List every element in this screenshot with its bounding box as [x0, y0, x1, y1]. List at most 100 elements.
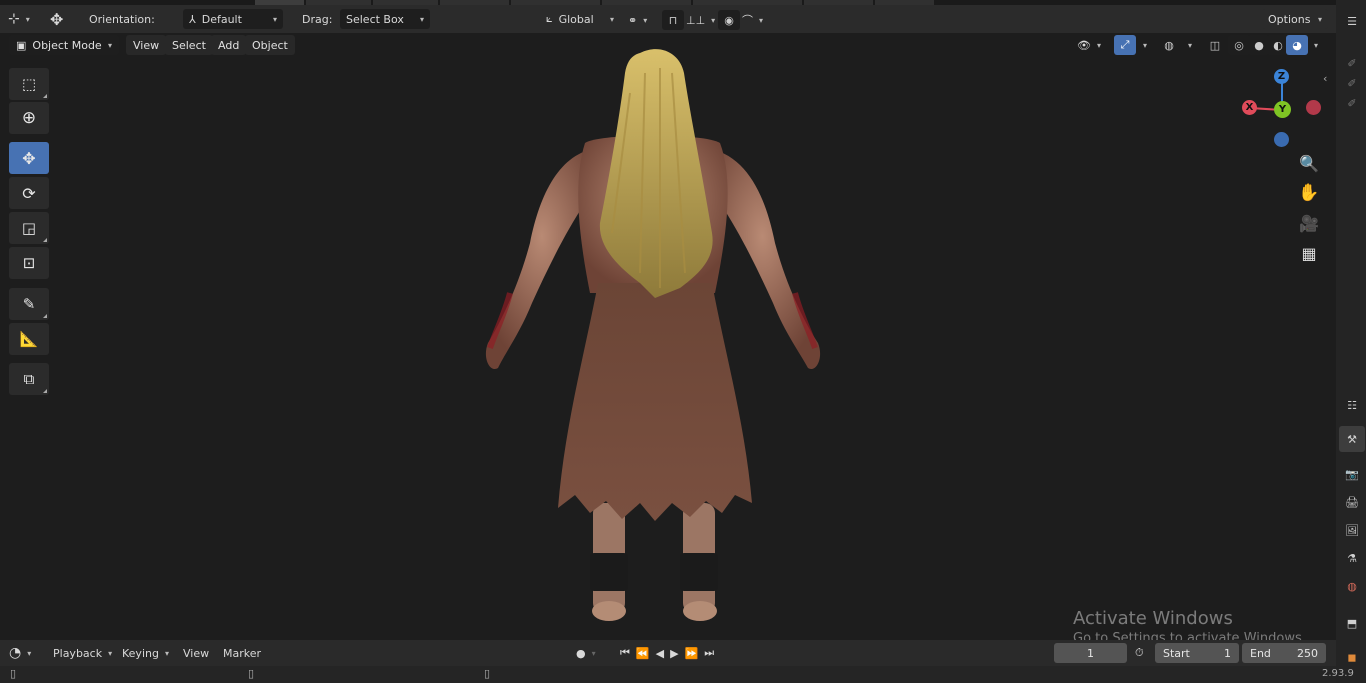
- tool-properties-icon[interactable]: ⚒: [1339, 426, 1365, 452]
- overlays-dropdown[interactable]: ▾: [1182, 34, 1192, 56]
- start-label: Start: [1163, 646, 1190, 660]
- orientation-dropdown[interactable]: ⅄ Default ▾: [183, 9, 283, 29]
- timeline-editor-type[interactable]: ◔ ▾: [9, 642, 31, 664]
- play-reverse-icon[interactable]: ◀: [656, 647, 664, 660]
- chevron-down-icon: ▾: [711, 15, 716, 25]
- output-properties-icon[interactable]: 🖨: [1339, 489, 1365, 515]
- pivot-point-dropdown[interactable]: ⚭ ▾: [628, 9, 647, 31]
- playback-label: Playback: [53, 646, 103, 660]
- chevron-down-icon: ▾: [1314, 40, 1319, 50]
- current-frame-field[interactable]: 1: [1054, 643, 1127, 663]
- jump-end-icon[interactable]: ⏭: [704, 646, 714, 660]
- menu-object[interactable]: Object: [245, 35, 295, 55]
- menu-select[interactable]: Select: [165, 35, 213, 55]
- pivot-icon: ⚭: [628, 13, 638, 27]
- end-frame-field[interactable]: End 250: [1242, 643, 1326, 663]
- rotate-icon: ⟳: [22, 183, 36, 203]
- menu-marker[interactable]: Marker: [223, 642, 261, 664]
- visibility-dropdown[interactable]: 👁 ▾: [1077, 34, 1101, 56]
- zoom-icon[interactable]: 🔍: [1296, 150, 1322, 176]
- snap-toggle-button[interactable]: ⊓: [662, 10, 684, 30]
- viewport-header: ▣ Object Mode ▾ View Select Add Object 👁 ▾ …: [0, 33, 1336, 57]
- object-properties-icon[interactable]: ◼: [1339, 644, 1365, 670]
- chevron-down-icon: ▾: [609, 14, 614, 24]
- chevron-down-icon: ▾: [108, 648, 113, 658]
- menu-timeline-view[interactable]: View: [183, 642, 209, 664]
- chevron-down-icon: ▾: [272, 14, 277, 24]
- properties-editor-icon[interactable]: ☷: [1339, 392, 1365, 418]
- outliner-icon[interactable]: ☰: [1339, 8, 1365, 34]
- mouse-middle-icon: ▯: [248, 667, 255, 680]
- mode-dropdown[interactable]: ▣ Object Mode ▾: [9, 35, 119, 55]
- overlays-toggle-button[interactable]: ◍: [1158, 35, 1180, 55]
- keying-label: Keying: [122, 646, 159, 660]
- transform-orientation-dropdown[interactable]: ⟀ Global ▾: [540, 9, 620, 29]
- gizmo-axis-neg-z[interactable]: [1274, 132, 1289, 147]
- gizmo-axis-y[interactable]: Y: [1274, 101, 1291, 118]
- gizmo-dropdown[interactable]: ▾: [1137, 34, 1147, 56]
- properties-tab-bar: ☰ ✐ ✐ ✐ ☷ ⚒ 📷 🖨 🖼 ⚗ ◍ ⬒ ◼: [1336, 0, 1366, 683]
- shading-wireframe-button[interactable]: ◎: [1228, 35, 1250, 55]
- record-button[interactable]: ● ▾: [576, 642, 596, 664]
- camera-view-icon[interactable]: 🎥: [1296, 210, 1322, 236]
- scene-properties-icon[interactable]: ⚗: [1339, 545, 1365, 571]
- perspective-grid-icon[interactable]: ▦: [1296, 240, 1322, 266]
- start-frame-field[interactable]: Start 1: [1155, 643, 1239, 663]
- tool-measure[interactable]: 📐: [9, 323, 49, 355]
- transform-icon: ⊡: [22, 254, 36, 272]
- render-properties-icon[interactable]: 📷: [1339, 461, 1365, 487]
- shading-rendered-button[interactable]: ◕: [1286, 35, 1308, 55]
- play-icon[interactable]: ▶: [670, 647, 678, 660]
- gizmo-toggle-button[interactable]: ⤢: [1114, 35, 1136, 55]
- stopwatch-icon: ⏱: [1135, 646, 1144, 659]
- tool-add-cube[interactable]: ⧉: [9, 363, 49, 395]
- menu-add[interactable]: Add: [211, 35, 247, 55]
- tool-annotate[interactable]: ✎: [9, 288, 49, 320]
- tool-scale[interactable]: ◲: [9, 212, 49, 244]
- proportional-edit-button[interactable]: ◉: [718, 10, 740, 30]
- prev-keyframe-icon[interactable]: ⏪: [636, 647, 650, 660]
- menu-playback[interactable]: Playback ▾: [53, 642, 112, 664]
- active-tool-icon[interactable]: ✥: [50, 8, 63, 30]
- tool-move[interactable]: ✥: [9, 142, 49, 174]
- select-box-icon: ⬚: [21, 75, 37, 93]
- preview-range-toggle[interactable]: ⏱: [1135, 642, 1144, 664]
- end-label: End: [1250, 646, 1271, 660]
- annotate-pencil-icon: ✎: [22, 295, 36, 313]
- snap-target-dropdown[interactable]: ⊥⊥ ▾: [686, 9, 715, 31]
- tool-transform[interactable]: ⊡: [9, 247, 49, 279]
- drag-dropdown[interactable]: Select Box ▾: [340, 9, 430, 29]
- editor-type-menu[interactable]: ⊹ ▾: [8, 8, 30, 30]
- pin-icon[interactable]: ✐: [1339, 90, 1365, 116]
- 3d-viewport[interactable]: [0, 33, 1336, 637]
- chevron-down-icon: ▾: [164, 648, 169, 658]
- collection-properties-icon[interactable]: ⬒: [1339, 610, 1365, 636]
- next-keyframe-icon[interactable]: ⏩: [685, 647, 699, 660]
- menu-view[interactable]: View: [126, 35, 167, 55]
- gizmo-axis-neg-x[interactable]: [1306, 100, 1321, 115]
- tool-select-box[interactable]: ⬚: [9, 68, 49, 100]
- gizmo-axis-z[interactable]: Z: [1274, 69, 1289, 84]
- xray-toggle-button[interactable]: ◫: [1204, 35, 1226, 55]
- options-dropdown[interactable]: Options ▾: [1262, 9, 1328, 29]
- add-cube-icon: ⧉: [23, 370, 35, 388]
- rendered-sphere-icon: ◕: [1292, 38, 1302, 52]
- menu-keying[interactable]: Keying ▾: [122, 642, 169, 664]
- snap-increment-icon: ⊥⊥: [686, 13, 706, 27]
- falloff-dropdown[interactable]: ⌒ ▾: [742, 9, 763, 31]
- pan-hand-icon[interactable]: ✋: [1296, 180, 1322, 206]
- shading-dropdown[interactable]: ▾: [1308, 34, 1318, 56]
- measure-ruler-icon: 📐: [19, 330, 39, 348]
- character-model: [485, 49, 821, 621]
- jump-start-icon[interactable]: ⏮: [620, 646, 630, 660]
- orientation-icon: ⅄: [189, 12, 196, 26]
- chevron-down-icon: ▾: [419, 14, 424, 24]
- tool-rotate[interactable]: ⟳: [9, 177, 49, 209]
- gizmo-axis-x[interactable]: X: [1242, 100, 1257, 115]
- chevron-down-icon: ▾: [25, 14, 30, 24]
- orientation-value: Default: [201, 12, 242, 26]
- tool-cursor[interactable]: ⊕: [9, 102, 49, 134]
- sidebar-collapse-icon[interactable]: ‹: [1323, 72, 1327, 85]
- view-layer-properties-icon[interactable]: 🖼: [1339, 517, 1365, 543]
- world-properties-icon[interactable]: ◍: [1339, 573, 1365, 599]
